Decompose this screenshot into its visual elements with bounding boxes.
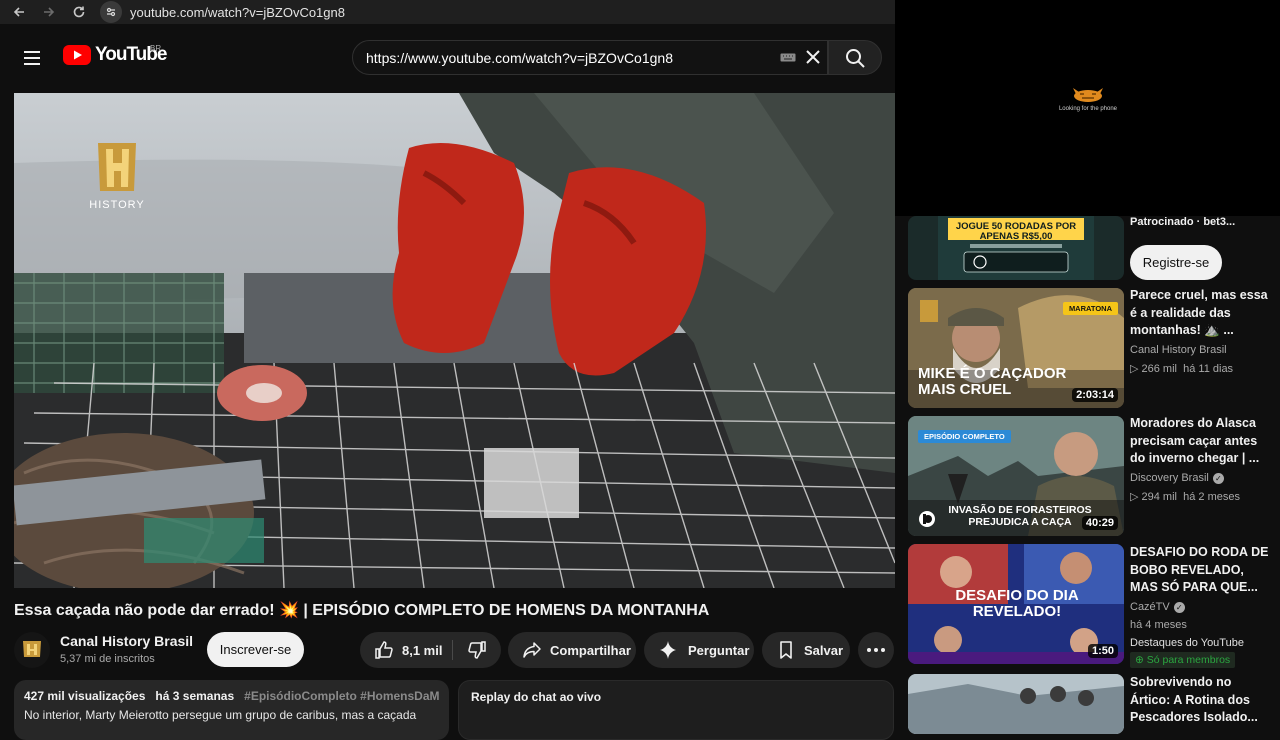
verified-icon: ✓: [1212, 472, 1224, 484]
more-actions-button[interactable]: [858, 632, 894, 668]
verified-icon: ✓: [1173, 601, 1185, 613]
live-replay-icon: ▷: [1130, 363, 1142, 375]
recommendation-thumbnail-4[interactable]: [908, 674, 1124, 734]
sparkle-icon: [660, 641, 676, 659]
thumbnail-caption-2: INVASÃO DE FORASTEIROS PREJUDICA A CAÇA: [948, 504, 1092, 528]
duration-badge: 40:29: [1081, 516, 1118, 530]
search-input[interactable]: [366, 49, 766, 66]
history-watermark: HISTORY: [89, 199, 145, 211]
youtube-play-icon: [63, 45, 91, 65]
site-info-icon[interactable]: [100, 1, 122, 23]
duration-badge: 1:50: [1087, 644, 1118, 658]
browser-toolbar: youtube.com/watch?v=jBZOvCo1gn8: [0, 0, 895, 24]
ask-button[interactable]: Perguntar: [644, 632, 754, 668]
share-button[interactable]: Compartilhar: [508, 632, 636, 668]
description-hashtags[interactable]: #EpisódioCompleto #HomensDaM: [244, 689, 439, 703]
description-box[interactable]: 427 mil visualizações há 3 semanas #Epis…: [14, 680, 449, 740]
channel-avatar[interactable]: [14, 632, 50, 668]
recommendation-title-1[interactable]: ⁣Parece cruel, mas essa é a realidade da…: [1130, 287, 1270, 340]
duration-badge: 2:03:14: [1072, 388, 1118, 402]
back-icon[interactable]: [8, 1, 30, 23]
ad-thumbnail-text: JOGUE 50 RODADAS POR APENAS R$5,00: [955, 221, 1077, 242]
upload-age: há 3 semanas: [155, 689, 235, 703]
channel-name-3: CazéTV: [1130, 601, 1170, 613]
video-frame: HISTORY: [14, 93, 895, 588]
thumbnail-art-4: [908, 674, 1124, 734]
recommendation-thumbnail-3[interactable]: DESAFIO DO DIA REVELADO! 1:50: [908, 544, 1124, 664]
clear-search-icon[interactable]: [805, 49, 821, 65]
country-code: BR: [150, 44, 162, 53]
like-count: 8,1 mil: [402, 642, 443, 658]
live-replay-icon: ▷: [1130, 491, 1142, 503]
video-player[interactable]: HISTORY: [14, 93, 895, 588]
upload-age-1: há 11 dias: [1183, 363, 1234, 375]
members-only-badge: ⊕ Só para membros: [1130, 652, 1236, 668]
history-avatar-icon: [23, 641, 41, 657]
recommendation-title-4[interactable]: Sobrevivendo no Ártico: A Rotina dos Pes…: [1130, 674, 1270, 727]
upload-age-3: há 4 meses: [1130, 619, 1187, 631]
search-icon: [846, 48, 865, 68]
upload-age-2: há 2 meses: [1183, 491, 1240, 503]
view-count-2: 294 mil: [1141, 491, 1177, 503]
ask-label: Perguntar: [688, 642, 750, 658]
marathon-badge: MARATONA: [1062, 302, 1118, 315]
chat-replay-label: Replay do chat ao vivo: [471, 690, 602, 704]
bookmark-icon: [780, 641, 792, 659]
save-label: Salvar: [804, 642, 844, 658]
recommendation-meta-1: ▷ 266 mil há 11 dias: [1130, 362, 1233, 375]
thumbs-down-icon: [468, 641, 486, 659]
thumbnail-caption-1: MIKE É O CAÇADOR MAIS CRUEL: [918, 365, 1067, 398]
recommendation-thumbnail-2[interactable]: EPISÓDIO COMPLETO INVASÃO DE FORASTEIROS…: [908, 416, 1124, 536]
recommendation-title-3[interactable]: DESAFIO DO RODA DE BOBO REVELADO, MAS SÓ…: [1130, 544, 1270, 597]
recommendation-meta-2: ▷ 294 mil há 2 meses: [1130, 490, 1240, 503]
like-button[interactable]: 8,1 mil: [360, 632, 452, 668]
channel-name[interactable]: Canal History Brasil: [60, 633, 193, 649]
members-label: Só para membros: [1146, 654, 1231, 666]
keyboard-icon[interactable]: [780, 53, 796, 62]
like-dislike-group: 8,1 mil: [360, 632, 501, 668]
view-count-1: 266 mil: [1141, 363, 1177, 375]
save-button[interactable]: Salvar: [762, 632, 850, 668]
thumbs-up-icon: [375, 641, 393, 659]
share-icon: [523, 642, 541, 658]
forward-icon[interactable]: [38, 1, 60, 23]
reload-icon[interactable]: [68, 1, 90, 23]
ad-thumbnail[interactable]: JOGUE 50 RODADAS POR APENAS R$5,00: [908, 216, 1124, 280]
discovery-logo-icon: [919, 511, 935, 527]
recommendation-thumbnail-1[interactable]: MARATONA MIKE É O CAÇADOR MAIS CRUEL 2:0…: [908, 288, 1124, 408]
menu-icon[interactable]: [22, 48, 42, 68]
subscriber-count: 5,37 mi de inscritos: [60, 653, 155, 665]
mini-player-caption: Looking for the phone: [1058, 106, 1118, 112]
address-bar[interactable]: youtube.com/watch?v=jBZOvCo1gn8: [130, 5, 345, 20]
members-icon: ⊕: [1135, 654, 1147, 666]
thumbnail-caption-3: DESAFIO DO DIA REVELADO!: [955, 587, 1079, 620]
ad-register-button[interactable]: Registre-se: [1130, 245, 1222, 280]
full-episode-badge: EPISÓDIO COMPLETO: [918, 430, 1011, 443]
channel-name-1: Canal History Brasil: [1130, 344, 1227, 356]
chat-replay-panel[interactable]: Replay do chat ao vivo: [458, 680, 894, 740]
subscribe-button[interactable]: Inscrever-se: [207, 632, 304, 667]
view-count: 427 mil visualizações: [24, 689, 146, 703]
share-label: Compartilhar: [550, 642, 631, 658]
channel-name-2: Discovery Brasil: [1130, 472, 1209, 484]
search-button[interactable]: [828, 40, 882, 75]
history-logo: [98, 143, 136, 191]
recommendation-channel-2[interactable]: Discovery Brasil ✓: [1130, 472, 1224, 484]
cat-icon: [1073, 88, 1103, 102]
dislike-button[interactable]: [453, 632, 501, 668]
more-horizontal-icon: [867, 648, 885, 652]
youtube-highlights-label: Destaques do YouTube: [1130, 637, 1244, 649]
search-box: [352, 40, 828, 75]
recommendation-channel-3[interactable]: CazéTV ✓: [1130, 601, 1185, 613]
video-title: ⁣Essa caçada não pode dar errado! 💥 | EP…: [14, 602, 710, 619]
recommendation-title-2[interactable]: Moradores do Alasca precisam caçar antes…: [1130, 415, 1270, 468]
recommendation-channel-1[interactable]: Canal History Brasil: [1130, 344, 1227, 356]
ad-sponsored-label: Patrocinado · bet3...: [1130, 216, 1236, 228]
description-meta: 427 mil visualizações há 3 semanas #Epis…: [24, 689, 439, 703]
